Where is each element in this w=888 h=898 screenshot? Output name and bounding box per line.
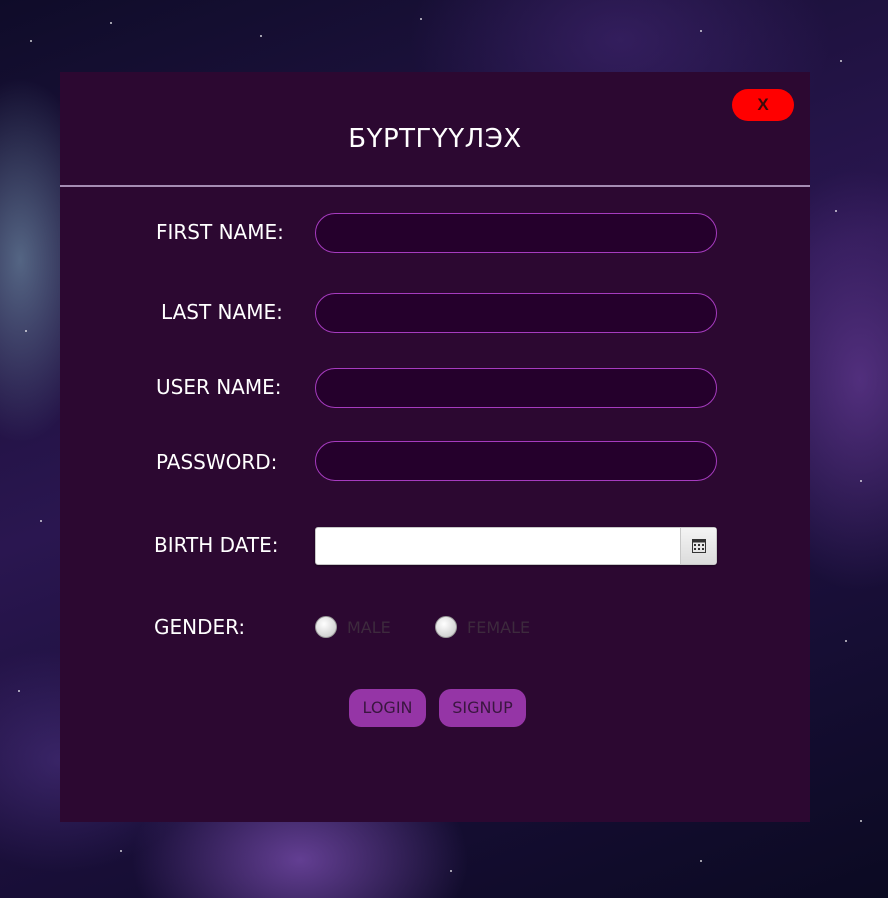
first-name-label: FIRST NAME: bbox=[156, 220, 284, 244]
login-button[interactable]: LOGIN bbox=[349, 689, 426, 727]
gender-female-radio[interactable]: FEMALE bbox=[435, 614, 530, 640]
radio-circle-female[interactable] bbox=[435, 616, 457, 638]
close-button[interactable]: X bbox=[732, 89, 794, 121]
birth-date-input[interactable] bbox=[316, 528, 680, 564]
gender-male-radio[interactable]: MALE bbox=[315, 614, 391, 640]
registration-dialog: X БҮРТГҮҮЛЭХ FIRST NAME: LAST NAME: USER… bbox=[60, 72, 810, 822]
gender-label: GENDER: bbox=[154, 615, 246, 639]
last-name-label: LAST NAME: bbox=[161, 300, 283, 324]
password-input[interactable] bbox=[315, 441, 717, 481]
birth-date-label: BIRTH DATE: bbox=[154, 533, 279, 557]
last-name-input[interactable] bbox=[315, 293, 717, 333]
password-label: PASSWORD: bbox=[156, 450, 278, 474]
calendar-button[interactable] bbox=[680, 528, 716, 564]
gender-female-label: FEMALE bbox=[467, 617, 531, 637]
dialog-title: БҮРТГҮҮЛЭХ bbox=[348, 124, 522, 154]
radio-circle-male[interactable] bbox=[315, 616, 337, 638]
gender-male-label: MALE bbox=[347, 617, 391, 637]
first-name-input[interactable] bbox=[315, 213, 717, 253]
calendar-icon bbox=[691, 539, 706, 553]
title-divider bbox=[60, 185, 810, 187]
close-icon: X bbox=[757, 95, 769, 114]
user-name-label: USER NAME: bbox=[156, 375, 282, 399]
birth-date-picker bbox=[315, 527, 717, 565]
user-name-input[interactable] bbox=[315, 368, 717, 408]
signup-button[interactable]: SIGNUP bbox=[439, 689, 526, 727]
